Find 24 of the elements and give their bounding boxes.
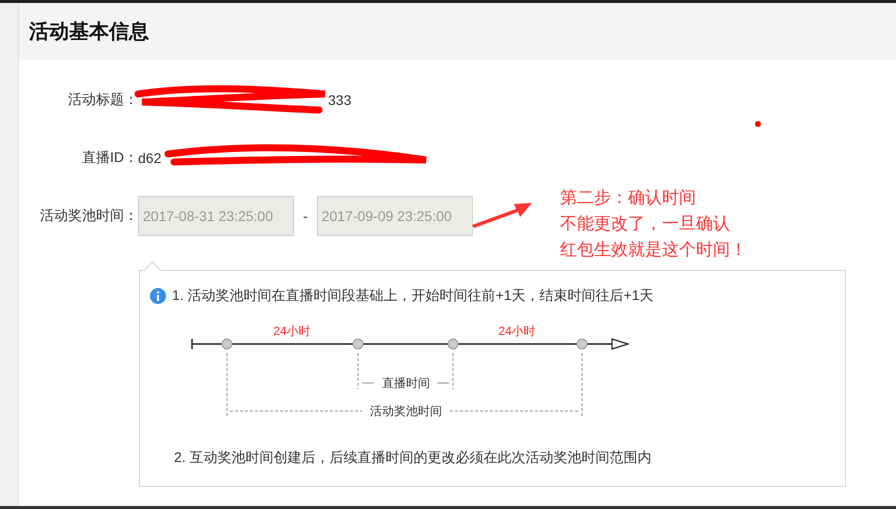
annotation-text: 第二步：确认时间 [560,187,697,209]
timeline-point [448,338,458,350]
tip-text: 2. 互动奖池时间创建后，后续直播时间的更改必须在此次活动奖池时间范围内 [174,449,653,467]
annotation-text: 红包生效就是这个时间！ [560,239,747,261]
live-time-label: 直播时间 [382,376,430,390]
timeline-point [576,338,588,350]
segment-label: 24小时 [273,324,311,338]
segment-label: 24小时 [498,324,536,338]
tip-text: 1. 活动奖池时间在直播时间段基础上，开始时间往前+1天，结束时间往后+1天 [172,287,654,305]
annotation-text: 不能更改了，一旦确认 [560,213,731,235]
section-title: 活动基本信息 [29,20,149,45]
end-time-field[interactable]: 2017-09-09 23:25:00 [316,196,473,236]
field-label: 活动奖池时间： [39,207,138,225]
timeline-point [352,338,364,350]
field-value: d62 [138,150,162,166]
field-label: 直播ID： [81,149,138,167]
start-time-field[interactable]: 2017-08-31 23:25:00 [138,196,294,236]
field-value: 333 [328,92,352,108]
range-separator: - [303,208,308,224]
timeline-point [222,338,232,350]
pool-time-label: 活动奖池时间 [370,404,442,418]
field-label: 活动标题： [67,91,138,109]
info-icon [150,288,166,304]
annotation-dot [755,121,761,127]
